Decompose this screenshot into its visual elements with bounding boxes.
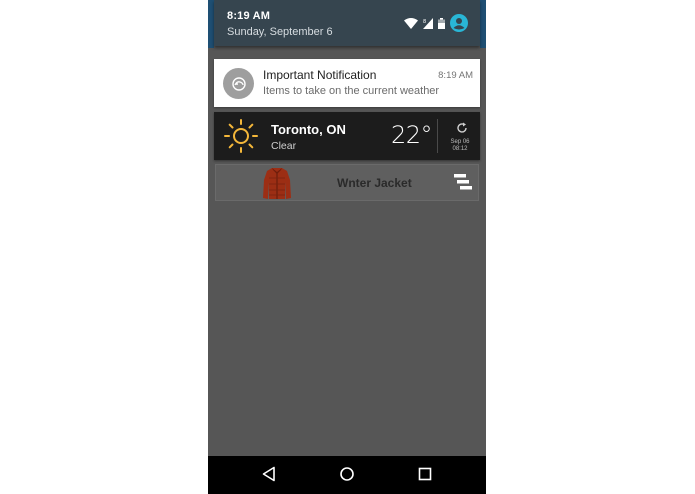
svg-text:8: 8: [423, 19, 426, 25]
battery-icon: [438, 17, 445, 29]
recents-icon[interactable]: [418, 466, 432, 487]
item-card[interactable]: Wnter Jacket: [215, 164, 479, 201]
clock: 8:19 AM: [227, 10, 271, 22]
weather-updated-date: Sep 06: [450, 139, 470, 145]
weather-temperature: 22°: [391, 121, 433, 149]
back-icon[interactable]: [262, 466, 276, 487]
item-label: Wnter Jacket: [337, 176, 412, 190]
weather-app-icon: [223, 68, 254, 99]
weather-updated-time: 08:12: [452, 146, 468, 152]
quick-settings-header[interactable]: 8:19 AM Sunday, September 6 8: [214, 0, 480, 46]
cell-signal-icon: 8: [423, 17, 433, 29]
notification-text: Items to take on the current weather: [263, 85, 440, 97]
navigation-bar: [208, 456, 486, 494]
phone-screen: 8:19 AM Sunday, September 6 8 Important …: [208, 0, 486, 494]
wifi-icon: [404, 17, 418, 29]
notification-title: Important Notification: [263, 68, 377, 82]
sun-icon: [223, 118, 259, 159]
stacked-bars-icon[interactable]: [454, 174, 472, 195]
weather-widget[interactable]: Toronto, ON Clear 22° Sep 06 08:12: [214, 112, 480, 160]
refresh-icon[interactable]: [456, 121, 468, 139]
divider: [437, 119, 438, 153]
weather-city: Toronto, ON: [271, 122, 346, 137]
status-icons: 8: [404, 13, 468, 33]
home-icon[interactable]: [339, 466, 355, 487]
notification-time: 8:19 AM: [438, 70, 473, 81]
account-icon[interactable]: [450, 14, 468, 32]
wallpaper-edge: [480, 0, 486, 48]
date[interactable]: Sunday, September 6: [227, 26, 333, 38]
notification-card[interactable]: Important Notification Items to take on …: [214, 59, 480, 107]
weather-condition: Clear: [271, 140, 297, 152]
jacket-image: [261, 166, 293, 205]
weather-updated: Sep 06 08:12: [442, 139, 478, 153]
